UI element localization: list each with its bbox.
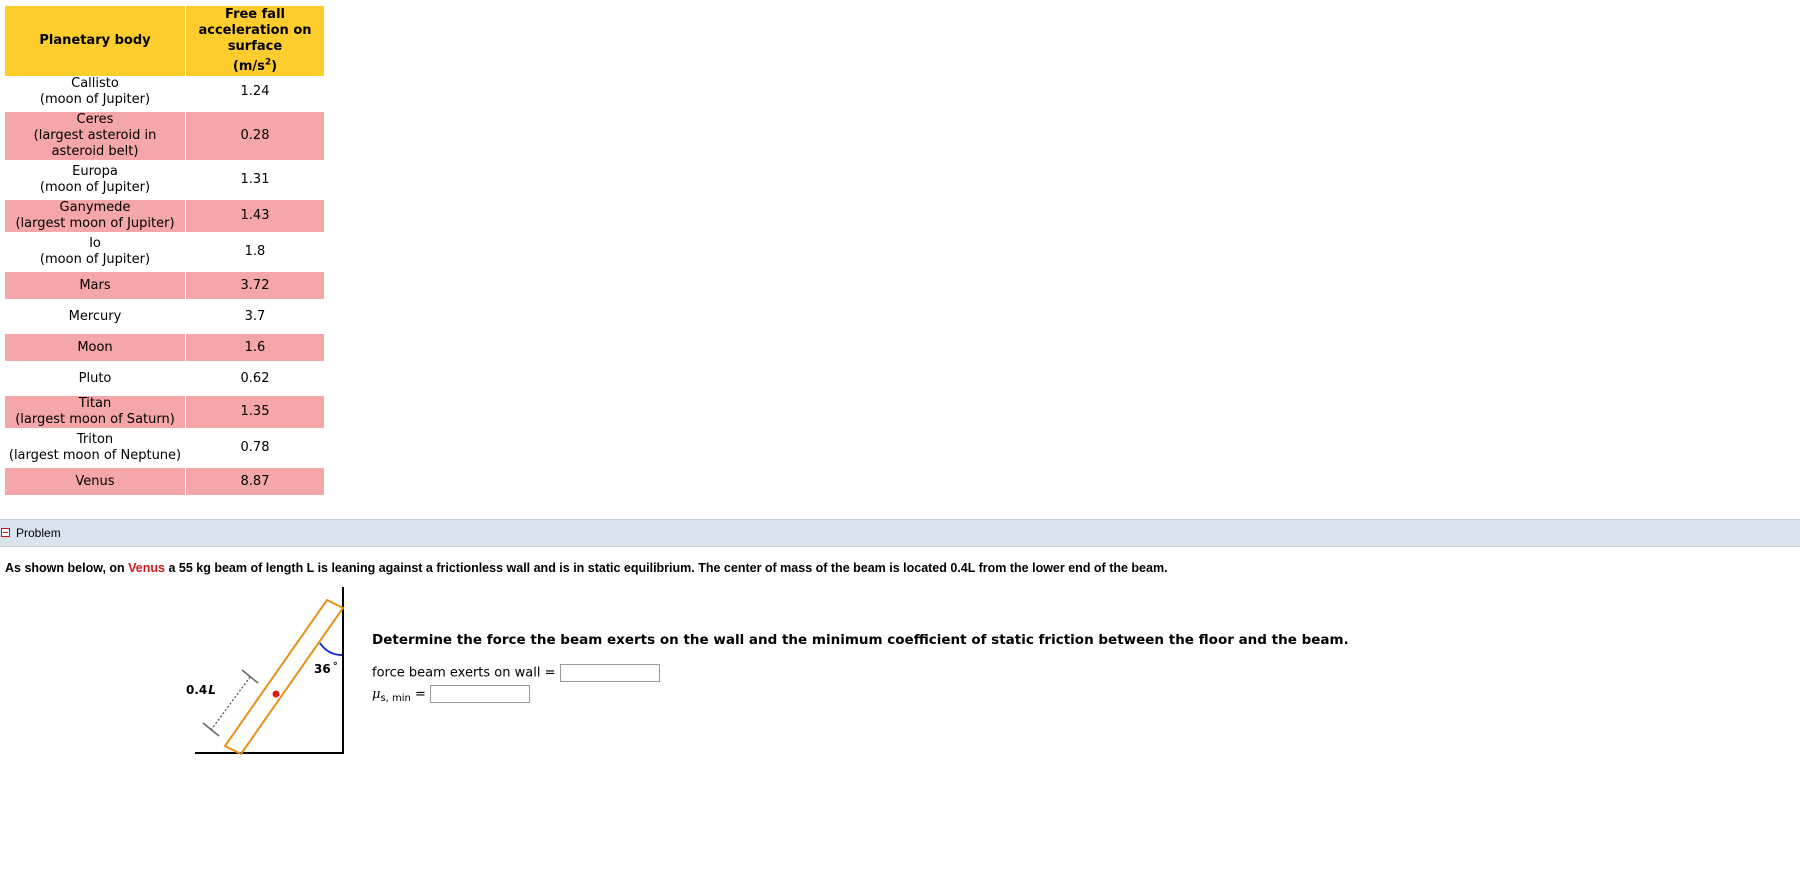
force-label: force beam exerts on wall = bbox=[372, 665, 556, 681]
header-line: Free fall bbox=[225, 6, 285, 22]
angle-arc bbox=[319, 642, 343, 656]
acceleration-value-cell: 0.78 bbox=[186, 432, 324, 468]
planet-name-cell: Venus bbox=[5, 468, 186, 499]
answer-row-mu: μs, min = bbox=[372, 685, 531, 704]
table-row: Titan (largest moon of Saturn) 1.35 bbox=[5, 396, 324, 432]
table-row: Europa (moon of Jupiter) 1.31 bbox=[5, 164, 324, 200]
table-row: Ganymede (largest moon of Jupiter) 1.43 bbox=[5, 200, 324, 236]
acceleration-value-cell: 1.31 bbox=[186, 164, 324, 200]
planet-name-cell: Titan (largest moon of Saturn) bbox=[5, 396, 186, 432]
header-line: acceleration on bbox=[198, 22, 312, 38]
acceleration-value-cell: 3.72 bbox=[186, 272, 324, 303]
header-unit: (m/s2) bbox=[232, 57, 278, 75]
beam-diagram: 36 ° 0.4L bbox=[186, 587, 345, 755]
force-input[interactable] bbox=[559, 664, 660, 682]
header-planetary-body: Planetary body bbox=[5, 6, 186, 76]
table-row: Callisto (moon of Jupiter) 1.24 bbox=[5, 76, 324, 112]
beam-shape bbox=[223, 598, 345, 755]
collapse-icon[interactable] bbox=[1, 528, 10, 537]
angle-label: 36 ° bbox=[314, 661, 338, 676]
acceleration-value-cell: 0.62 bbox=[186, 365, 324, 396]
acceleration-value-cell: 1.8 bbox=[186, 236, 324, 272]
planet-name-cell: Mars bbox=[5, 272, 186, 303]
table-row: Ceres (largest asteroid in asteroid belt) … bbox=[5, 112, 324, 164]
mu-input[interactable] bbox=[430, 685, 531, 703]
acceleration-value-cell: 1.24 bbox=[186, 76, 324, 112]
planet-name-cell: Callisto (moon of Jupiter) bbox=[5, 76, 186, 112]
table-row: Triton (largest moon of Neptune) 0.78 bbox=[5, 432, 324, 468]
table-row: Pluto 0.62 bbox=[5, 365, 324, 396]
table-row: Io (moon of Jupiter) 1.8 bbox=[5, 236, 324, 272]
planet-name-cell: Ganymede (largest moon of Jupiter) bbox=[5, 200, 186, 236]
header-free-fall-acceleration: Free fall acceleration on surface (m/s2) bbox=[186, 6, 324, 76]
acceleration-value-cell: 3.7 bbox=[186, 303, 324, 334]
planet-name-cell: Triton (largest moon of Neptune) bbox=[5, 432, 186, 468]
table-header-row: Planetary body Free fall acceleration on… bbox=[5, 6, 324, 76]
acceleration-value-cell: 1.43 bbox=[186, 200, 324, 236]
question-text: Determine the force the beam exerts on t… bbox=[372, 632, 1349, 648]
planet-name-cell: Mercury bbox=[5, 303, 186, 334]
gravity-table: Planetary body Free fall acceleration on… bbox=[5, 6, 324, 499]
problem-section-title: Problem bbox=[16, 526, 61, 540]
mu-label: μs, min = bbox=[372, 686, 426, 704]
planet-name-cell: Pluto bbox=[5, 365, 186, 396]
planet-name: Venus bbox=[128, 561, 165, 575]
table-row: Mars 3.72 bbox=[5, 272, 324, 303]
dimension-line bbox=[210, 676, 251, 731]
dimension-tick-upper bbox=[241, 669, 259, 684]
header-line: surface bbox=[227, 38, 283, 54]
planet-name-cell: Io (moon of Jupiter) bbox=[5, 236, 186, 272]
center-of-mass-dot bbox=[272, 690, 280, 698]
acceleration-value-cell: 8.87 bbox=[186, 468, 324, 499]
planet-name-cell: Moon bbox=[5, 334, 186, 365]
planet-name-cell: Europa (moon of Jupiter) bbox=[5, 164, 186, 200]
table-row: Mercury 3.7 bbox=[5, 303, 324, 334]
answer-row-force: force beam exerts on wall = bbox=[372, 664, 660, 682]
acceleration-value-cell: 0.28 bbox=[186, 112, 324, 164]
planet-name-cell: Ceres (largest asteroid in asteroid belt) bbox=[5, 112, 186, 164]
length-label: 0.4L bbox=[186, 683, 216, 697]
problem-section-header[interactable]: Problem bbox=[0, 519, 1800, 547]
table-row: Moon 1.6 bbox=[5, 334, 324, 365]
acceleration-value-cell: 1.35 bbox=[186, 396, 324, 432]
table-row: Venus 8.87 bbox=[5, 468, 324, 499]
acceleration-value-cell: 1.6 bbox=[186, 334, 324, 365]
problem-statement: As shown below, on Venus a 55 kg beam of… bbox=[5, 561, 1168, 575]
